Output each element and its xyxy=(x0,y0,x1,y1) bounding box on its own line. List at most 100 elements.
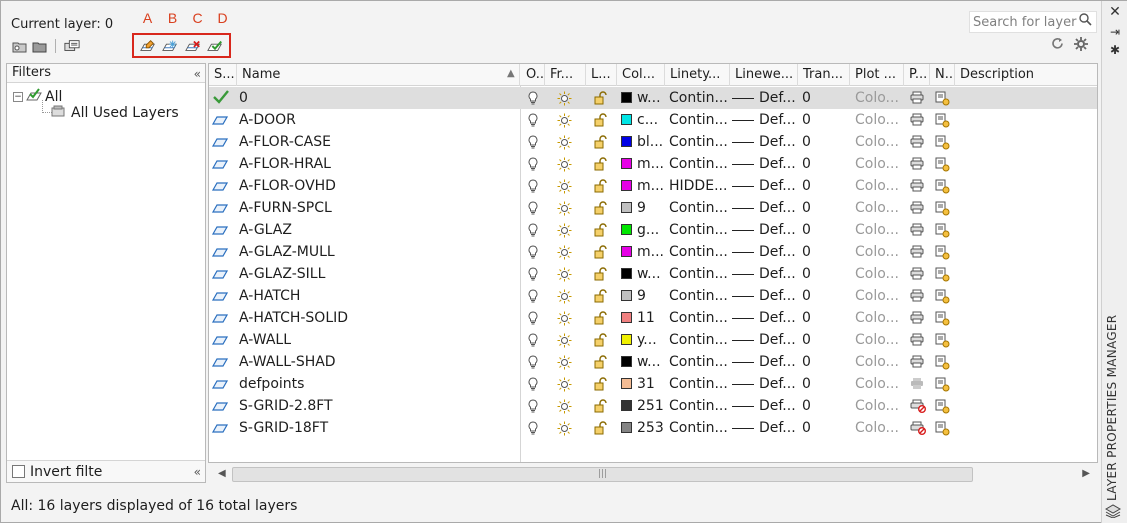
layer-thawed-sun-icon[interactable] xyxy=(557,311,572,326)
new-vp-freeze-icon[interactable] xyxy=(935,179,950,194)
layer-name[interactable]: A-FLOR-OVHD xyxy=(239,175,514,197)
layer-lineweight[interactable]: Def... xyxy=(759,153,797,175)
col-transparency[interactable]: Tran... xyxy=(798,64,850,86)
layer-name[interactable]: S-GRID-18FT xyxy=(239,417,514,439)
col-lock[interactable]: L... xyxy=(586,64,617,86)
layer-color-swatch[interactable] xyxy=(621,400,632,411)
layer-transparency[interactable]: 0 xyxy=(802,241,842,263)
layer-status-icon[interactable] xyxy=(211,290,229,304)
layer-lineweight[interactable]: Def... xyxy=(759,219,797,241)
layer-color-swatch[interactable] xyxy=(621,180,632,191)
new-property-filter-icon[interactable] xyxy=(11,38,27,54)
layer-transparency[interactable]: 0 xyxy=(802,373,842,395)
layer-row[interactable]: A-HATCH 9 Contin... Def... 0 Colo... xyxy=(209,285,1097,307)
new-vp-freeze-icon[interactable] xyxy=(935,245,950,260)
new-layer-vp-frozen-icon[interactable] xyxy=(162,38,178,54)
layer-name[interactable]: A-FLOR-HRAL xyxy=(239,153,514,175)
layer-status-icon[interactable] xyxy=(211,400,229,414)
layer-linetype[interactable]: Contin... xyxy=(669,87,729,109)
new-vp-freeze-icon[interactable] xyxy=(935,223,950,238)
layer-row[interactable]: A-DOOR c... Contin... Def... 0 Colo... xyxy=(209,109,1097,131)
layer-color-swatch[interactable] xyxy=(621,290,632,301)
layer-status-icon[interactable] xyxy=(211,202,229,216)
layer-lineweight[interactable]: Def... xyxy=(759,417,797,439)
plot-printer-icon[interactable] xyxy=(910,157,924,171)
no-plot-printer-icon[interactable] xyxy=(910,421,926,435)
layer-color-name[interactable]: m... xyxy=(637,153,665,175)
layer-unlocked-icon[interactable] xyxy=(594,399,608,413)
plot-printer-icon[interactable] xyxy=(910,91,924,105)
auto-hide-icon[interactable]: ⇥ xyxy=(1108,25,1122,39)
layer-color-name[interactable]: g... xyxy=(637,219,665,241)
layer-thawed-sun-icon[interactable] xyxy=(557,201,572,216)
layer-thawed-sun-icon[interactable] xyxy=(557,267,572,282)
layer-transparency[interactable]: 0 xyxy=(802,175,842,197)
layer-status-icon[interactable] xyxy=(211,246,229,260)
layer-on-bulb-icon[interactable] xyxy=(527,333,541,347)
layer-color-name[interactable]: c... xyxy=(637,109,665,131)
layer-color-name[interactable]: m... xyxy=(637,241,665,263)
plot-printer-icon[interactable] xyxy=(910,113,924,127)
new-vp-freeze-icon[interactable] xyxy=(935,135,950,150)
new-vp-freeze-icon[interactable] xyxy=(935,113,950,128)
layer-linetype[interactable]: Contin... xyxy=(669,395,729,417)
layer-transparency[interactable]: 0 xyxy=(802,153,842,175)
layer-on-bulb-icon[interactable] xyxy=(527,267,541,281)
layer-on-bulb-icon[interactable] xyxy=(527,179,541,193)
layer-name[interactable]: A-FURN-SPCL xyxy=(239,197,514,219)
layer-unlocked-icon[interactable] xyxy=(594,201,608,215)
plot-printer-icon[interactable] xyxy=(910,179,924,193)
layer-on-bulb-icon[interactable] xyxy=(527,311,541,325)
layer-color-swatch[interactable] xyxy=(621,356,632,367)
plot-printer-icon[interactable] xyxy=(910,289,924,303)
layer-color-swatch[interactable] xyxy=(621,312,632,323)
layer-linetype[interactable]: Contin... xyxy=(669,109,729,131)
layer-thawed-sun-icon[interactable] xyxy=(557,377,572,392)
layer-transparency[interactable]: 0 xyxy=(802,109,842,131)
layer-transparency[interactable]: 0 xyxy=(802,329,842,351)
layer-status-icon[interactable] xyxy=(211,356,229,370)
layer-on-bulb-icon[interactable] xyxy=(527,201,541,215)
layer-color-swatch[interactable] xyxy=(621,268,632,279)
layer-transparency[interactable]: 0 xyxy=(802,131,842,153)
new-vp-freeze-icon[interactable] xyxy=(935,355,950,370)
layer-lineweight[interactable]: Def... xyxy=(759,241,797,263)
layer-name[interactable]: A-FLOR-CASE xyxy=(239,131,514,153)
col-plot-style[interactable]: Plot ... xyxy=(850,64,904,86)
layer-thawed-sun-icon[interactable] xyxy=(557,399,572,414)
new-vp-freeze-icon[interactable] xyxy=(935,201,950,216)
layer-unlocked-icon[interactable] xyxy=(594,113,608,127)
new-vp-freeze-icon[interactable] xyxy=(935,311,950,326)
layer-status-icon[interactable] xyxy=(211,422,229,436)
layer-lineweight[interactable]: Def... xyxy=(759,329,797,351)
layer-thawed-sun-icon[interactable] xyxy=(557,135,572,150)
layer-lineweight[interactable]: Def... xyxy=(759,285,797,307)
col-freeze[interactable]: Fr... xyxy=(545,64,586,86)
layer-linetype[interactable]: HIDDE... xyxy=(669,175,729,197)
new-vp-freeze-icon[interactable] xyxy=(935,157,950,172)
col-lineweight[interactable]: Linewe... xyxy=(730,64,798,86)
layer-transparency[interactable]: 0 xyxy=(802,87,842,109)
new-vp-freeze-icon[interactable] xyxy=(935,399,950,414)
layer-linetype[interactable]: Contin... xyxy=(669,153,729,175)
layer-thawed-sun-icon[interactable] xyxy=(557,179,572,194)
plot-printer-icon[interactable] xyxy=(910,311,924,325)
layer-row[interactable]: S-GRID-2.8FT 251 Contin... Def... 0 Colo... xyxy=(209,395,1097,417)
layer-row[interactable]: A-GLAZ-MULL m... Contin... Def... 0 Colo... xyxy=(209,241,1097,263)
layer-transparency[interactable]: 0 xyxy=(802,417,842,439)
layer-lineweight[interactable]: Def... xyxy=(759,373,797,395)
layer-name[interactable]: A-DOOR xyxy=(239,109,514,131)
scroll-right-arrow[interactable]: ▶ xyxy=(1082,468,1090,479)
layer-on-bulb-icon[interactable] xyxy=(527,223,541,237)
layer-row[interactable]: A-FURN-SPCL 9 Contin... Def... 0 Colo... xyxy=(209,197,1097,219)
layer-color-name[interactable]: 31 xyxy=(637,373,665,395)
layer-unlocked-icon[interactable] xyxy=(594,311,608,325)
layer-row[interactable]: A-FLOR-HRAL m... Contin... Def... 0 Colo... xyxy=(209,153,1097,175)
layer-lineweight[interactable]: Def... xyxy=(759,307,797,329)
layer-on-bulb-icon[interactable] xyxy=(527,157,541,171)
layer-row[interactable]: 0 w... Contin... Def... 0 Colo... xyxy=(209,87,1097,109)
layer-lineweight[interactable]: Def... xyxy=(759,109,797,131)
layer-color-swatch[interactable] xyxy=(621,136,632,147)
plot-printer-icon[interactable] xyxy=(910,135,924,149)
layer-name[interactable]: 0 xyxy=(239,87,514,109)
